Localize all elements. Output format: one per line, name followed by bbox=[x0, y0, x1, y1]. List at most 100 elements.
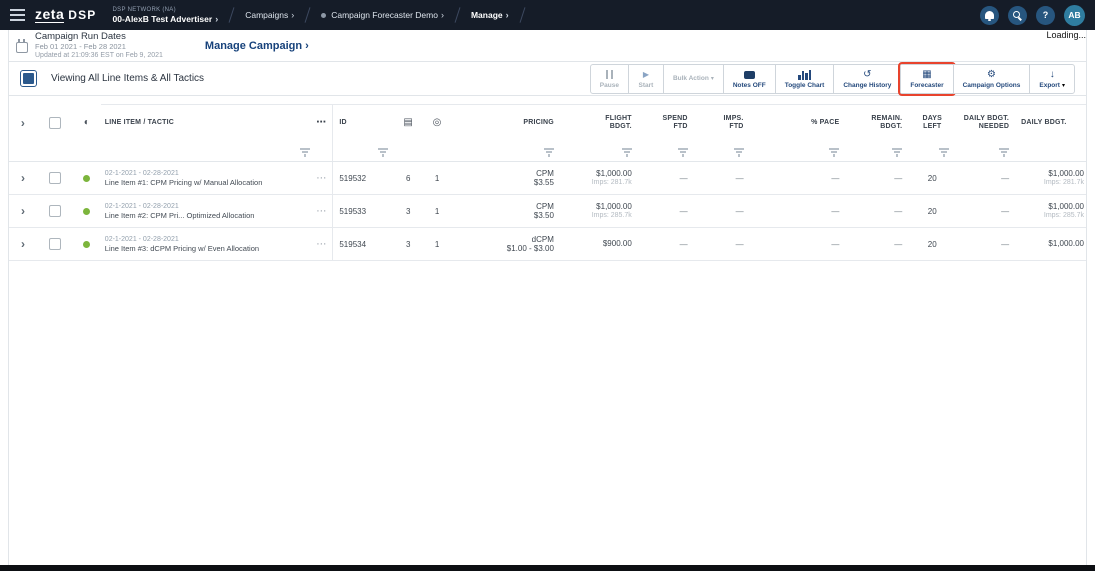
forecaster-grid-icon: ▦ bbox=[922, 69, 931, 81]
imps-ftd-cell: — bbox=[694, 174, 750, 183]
breadcrumb-manage[interactable]: Manage› bbox=[471, 10, 509, 20]
creatives-count-cell: 6 bbox=[394, 174, 422, 183]
history-icon: ↺ bbox=[863, 69, 871, 81]
breadcrumb-advertiser[interactable]: DSP NETWORK (NA) 00-AlexB Test Advertise… bbox=[113, 7, 219, 24]
bar-chart-icon bbox=[798, 70, 811, 80]
expand-row-chevron-icon[interactable]: › bbox=[21, 172, 25, 184]
status-active-dot-icon bbox=[83, 175, 90, 182]
bulk-action-button[interactable]: Bulk Action▾ bbox=[663, 64, 724, 94]
breadcrumb-campaigns[interactable]: Campaigns› bbox=[245, 10, 294, 20]
zeta-dsp-logo[interactable]: zeta DSP bbox=[35, 8, 97, 23]
pause-button[interactable]: Pause bbox=[590, 64, 629, 94]
days-left-cell: 20 bbox=[907, 207, 957, 216]
expand-all-chevron-icon[interactable]: › bbox=[21, 117, 25, 129]
pace-cell: — bbox=[750, 174, 848, 183]
flight-budget-cell: $1,000.00 Imps: 281.7k bbox=[560, 169, 638, 188]
breadcrumb-campaign[interactable]: Campaign Forecaster Demo› bbox=[321, 10, 444, 20]
pace-cell: — bbox=[750, 240, 848, 249]
start-button[interactable]: ▶ Start bbox=[628, 64, 664, 94]
bell-icon bbox=[985, 11, 994, 19]
row-actions-menu-icon[interactable]: ⋯ bbox=[316, 239, 326, 250]
breadcrumb-divider bbox=[519, 7, 525, 23]
column-header-days-left[interactable]: DAYS LEFT bbox=[907, 115, 957, 131]
change-history-button[interactable]: ↺ Change History bbox=[833, 64, 901, 94]
id-cell: 519533 bbox=[332, 195, 394, 227]
main-panel: Campaign Run Dates Feb 01 2021 - Feb 28 … bbox=[8, 30, 1087, 565]
remaining-budget-cell: — bbox=[847, 240, 907, 249]
breadcrumb-divider bbox=[229, 7, 235, 23]
days-left-cell: 20 bbox=[907, 174, 957, 183]
imps-ftd-cell: — bbox=[694, 240, 750, 249]
filter-icon-remaining-budget[interactable] bbox=[892, 148, 902, 156]
filter-icon-days-left[interactable] bbox=[939, 148, 949, 156]
chevron-right-icon: › bbox=[506, 10, 509, 20]
days-left-cell: 20 bbox=[907, 240, 957, 249]
column-header-pricing[interactable]: PRICING bbox=[452, 119, 560, 127]
hamburger-menu-icon[interactable] bbox=[10, 9, 25, 21]
filter-icon-line-item[interactable] bbox=[300, 148, 310, 156]
expand-row-chevron-icon[interactable]: › bbox=[21, 238, 25, 250]
creatives-count-cell: 3 bbox=[394, 207, 422, 216]
column-header-flight-budget[interactable]: FLIGHT BDGT. bbox=[560, 115, 638, 131]
filter-icon-pricing[interactable] bbox=[544, 148, 554, 156]
creatives-count-cell: 3 bbox=[394, 240, 422, 249]
toggle-chart-button[interactable]: Toggle Chart bbox=[775, 64, 835, 94]
export-button[interactable]: ↓ Export▾ bbox=[1029, 64, 1075, 94]
row-checkbox[interactable] bbox=[49, 172, 61, 184]
filter-icon-flight-budget[interactable] bbox=[622, 148, 632, 156]
line-item-cell[interactable]: 02-1-2021 - 02-28-2021 Line Item #3: dCP… bbox=[101, 235, 311, 253]
column-header-pace[interactable]: % PACE bbox=[750, 119, 848, 127]
flight-budget-cell: $900.00 bbox=[560, 239, 638, 249]
logo-dsp: DSP bbox=[68, 8, 96, 22]
column-header-remaining-budget[interactable]: REMAIN. BDGT. bbox=[847, 115, 907, 131]
column-header-daily-budget-needed[interactable]: DAILY BDGT. NEEDED bbox=[957, 115, 1019, 131]
column-header-imps-ftd[interactable]: IMPS. FTD bbox=[694, 115, 750, 131]
status-active-dot-icon bbox=[83, 241, 90, 248]
notes-toggle-button[interactable]: Notes OFF bbox=[723, 64, 776, 94]
column-header-spend-ftd[interactable]: SPEND FTD bbox=[638, 115, 694, 131]
filter-icon-id[interactable] bbox=[378, 148, 388, 156]
filter-icon-pace[interactable] bbox=[829, 148, 839, 156]
spend-ftd-cell: — bbox=[638, 240, 694, 249]
status-active-dot-icon bbox=[83, 208, 90, 215]
column-header-id[interactable]: ID bbox=[332, 104, 394, 142]
table-row[interactable]: › 02-1-2021 - 02-28-2021 Line Item #1: C… bbox=[9, 162, 1086, 195]
targeting-column-icon: ◎ bbox=[433, 119, 442, 127]
loading-indicator: Loading... bbox=[1046, 30, 1086, 40]
campaign-status-dot-icon bbox=[321, 13, 326, 18]
chevron-right-icon: › bbox=[305, 40, 309, 52]
campaign-options-button[interactable]: ⚙ Campaign Options bbox=[953, 64, 1031, 94]
help-button[interactable]: ? bbox=[1036, 6, 1055, 25]
network-label: DSP NETWORK (NA) bbox=[113, 7, 219, 13]
forecaster-button[interactable]: ▦ Forecaster bbox=[900, 64, 953, 94]
panel-toggle-icon[interactable] bbox=[20, 70, 37, 87]
table-row[interactable]: › 02-1-2021 - 02-28-2021 Line Item #2: C… bbox=[9, 195, 1086, 228]
select-all-checkbox[interactable] bbox=[49, 117, 61, 129]
row-checkbox[interactable] bbox=[49, 238, 61, 250]
breadcrumb-divider bbox=[305, 7, 311, 23]
search-button[interactable] bbox=[1008, 6, 1027, 25]
filter-icon-daily-budget-needed[interactable] bbox=[999, 148, 1009, 156]
row-actions-column-icon[interactable]: ⋯ bbox=[316, 119, 326, 127]
line-item-cell[interactable]: 02-1-2021 - 02-28-2021 Line Item #2: CPM… bbox=[101, 202, 311, 220]
notifications-button[interactable] bbox=[980, 6, 999, 25]
run-dates-range: Feb 01 2021 - Feb 28 2021 bbox=[35, 42, 163, 51]
column-header-line-item[interactable]: LINE ITEM / TACTIC bbox=[101, 119, 311, 127]
daily-budget-cell: $1,000.00 Imps: 281.7k bbox=[1019, 169, 1086, 188]
column-header-daily-budget[interactable]: DAILY BDGT. bbox=[1019, 119, 1086, 127]
line-item-cell[interactable]: 02-1-2021 - 02-28-2021 Line Item #1: CPM… bbox=[101, 169, 311, 187]
filter-icon-imps-ftd[interactable] bbox=[734, 148, 744, 156]
avatar-initials: AB bbox=[1068, 10, 1080, 20]
user-avatar[interactable]: AB bbox=[1064, 5, 1085, 26]
logo-zeta: zeta bbox=[35, 8, 64, 23]
row-checkbox[interactable] bbox=[49, 205, 61, 217]
row-actions-menu-icon[interactable]: ⋯ bbox=[316, 173, 326, 184]
filter-icon-spend-ftd[interactable] bbox=[678, 148, 688, 156]
notes-icon bbox=[744, 71, 755, 79]
expand-row-chevron-icon[interactable]: › bbox=[21, 205, 25, 217]
spend-ftd-cell: — bbox=[638, 207, 694, 216]
manage-campaign-link[interactable]: Manage Campaign› bbox=[205, 40, 309, 52]
daily-budget-needed-cell: — bbox=[957, 207, 1019, 216]
table-row[interactable]: › 02-1-2021 - 02-28-2021 Line Item #3: d… bbox=[9, 228, 1086, 261]
row-actions-menu-icon[interactable]: ⋯ bbox=[316, 206, 326, 217]
